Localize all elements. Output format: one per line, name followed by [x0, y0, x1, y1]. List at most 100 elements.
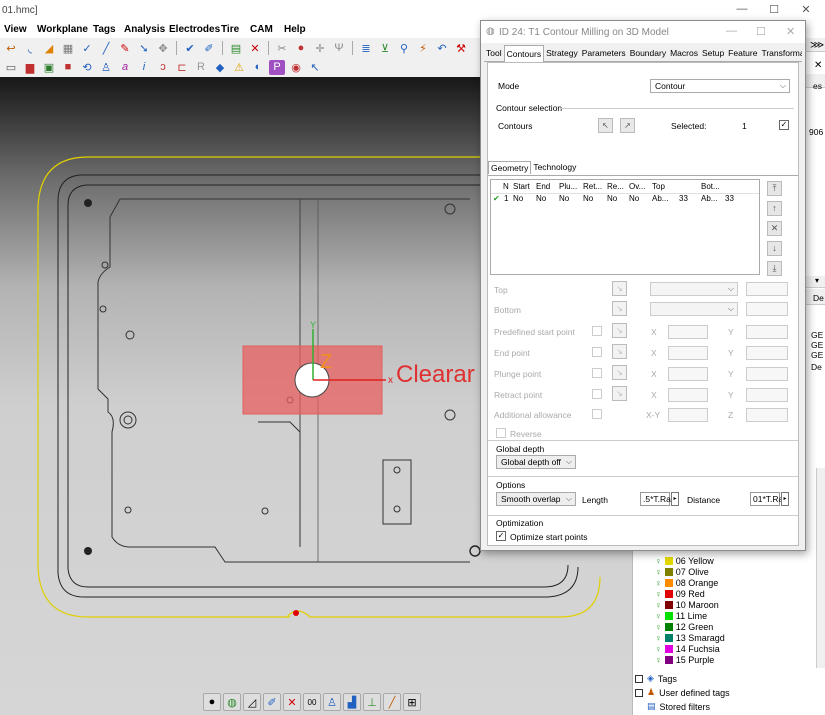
plus-icon[interactable]: ✛	[312, 41, 328, 56]
tab-boundary[interactable]: Boundary	[627, 45, 669, 62]
plunge-point-checkbox[interactable]	[592, 368, 602, 378]
visible-icon[interactable]: ♀	[655, 611, 662, 621]
selected-checkbox[interactable]: ✓	[779, 120, 789, 130]
predefined-start-checkbox[interactable]	[592, 326, 602, 336]
globe-icon[interactable]: ◍	[223, 693, 241, 711]
shading-icon[interactable]: ●	[203, 693, 221, 711]
pattern-icon[interactable]: ▦	[60, 41, 76, 56]
tab-setup[interactable]: Setup	[699, 45, 727, 62]
optimize-start-checkbox[interactable]: ✓	[496, 531, 506, 541]
stored-filters-row[interactable]: ▤ Stored filters	[647, 700, 710, 713]
start-y-field[interactable]	[746, 325, 788, 339]
line-icon[interactable]: ╱	[98, 41, 114, 56]
bracket-icon[interactable]: ⊏	[174, 60, 190, 75]
layer-item[interactable]: ♀ 14 Fuchsia	[655, 643, 720, 654]
robot-icon[interactable]: ♙	[98, 60, 114, 75]
warning-icon[interactable]: ⚠	[231, 60, 247, 75]
user-tags-row[interactable]: ♟ User defined tags	[635, 686, 730, 699]
distance-field[interactable]: 01*T.Rad	[750, 492, 788, 506]
layer-item[interactable]: ♀ 13 Smaragd	[655, 632, 725, 643]
tab-contours[interactable]: Contours	[503, 45, 545, 62]
layer-item[interactable]: ♀ 09 Red	[655, 588, 705, 599]
tab-feature[interactable]: Feature	[726, 45, 760, 62]
tab-geometry[interactable]: Geometry	[488, 161, 532, 174]
menu-electrodes[interactable]: Electrodes	[169, 24, 220, 35]
expand-box[interactable]	[635, 674, 643, 683]
table-row[interactable]: ✔ 1 No No No No No No Ab... 33 Ab... 33	[491, 194, 759, 206]
dialog-maximize-button[interactable]: ☐	[756, 25, 766, 38]
pencil-icon[interactable]: ╱	[383, 693, 401, 711]
fork-icon[interactable]: Ψ	[331, 41, 347, 56]
layer-item[interactable]: ♀ 08 Orange	[655, 577, 718, 588]
additional-allowance-checkbox[interactable]	[592, 409, 602, 419]
bottom-value-field[interactable]	[746, 302, 788, 316]
pick-start-button[interactable]: ↘	[612, 323, 627, 338]
plunge-x-field[interactable]	[668, 367, 708, 381]
italic-icon[interactable]: a	[117, 60, 133, 75]
delete-view-icon[interactable]: ✕	[283, 693, 301, 711]
layer-item[interactable]: ♀ 06 Yellow	[655, 555, 714, 566]
move-bottom-icon[interactable]: ⤓	[767, 261, 782, 276]
layer-item[interactable]: ♀ 10 Maroon	[655, 599, 719, 610]
tab-transformation[interactable]: Transforma	[759, 45, 802, 62]
end-x-field[interactable]	[668, 346, 708, 360]
pick-retract-button[interactable]: ↘	[612, 386, 627, 401]
arc-icon[interactable]: ◟	[22, 41, 38, 56]
tab-strategy[interactable]: Strategy	[544, 45, 580, 62]
visible-icon[interactable]: ♀	[655, 600, 662, 610]
top-value-field[interactable]	[746, 282, 788, 296]
machine-icon[interactable]: ▟	[343, 693, 361, 711]
pick-plunge-button[interactable]: ↘	[612, 365, 627, 380]
pointer-icon[interactable]: ↖	[307, 60, 323, 75]
retract-point-checkbox[interactable]	[592, 389, 602, 399]
menu-help[interactable]: Help	[284, 24, 306, 35]
layer-item[interactable]: ♀ 11 Lime	[655, 610, 707, 621]
retract-y-field[interactable]	[746, 388, 788, 402]
end-y-field[interactable]	[746, 346, 788, 360]
tab-parameters[interactable]: Parameters	[579, 45, 628, 62]
mode-select[interactable]: Contour ⌵	[650, 79, 790, 93]
hook-icon[interactable]: ↄ	[155, 60, 171, 75]
tool-icon[interactable]: ⚒	[453, 41, 469, 56]
menu-workplane[interactable]: Workplane	[37, 24, 88, 35]
rotate-icon[interactable]: ⟲	[79, 60, 95, 75]
target-icon[interactable]: ◉	[288, 60, 304, 75]
cylinder-icon[interactable]: ◐	[250, 60, 266, 75]
layer-item[interactable]: ♀ 07 Olive	[655, 566, 709, 577]
tab-tool[interactable]: Tool	[484, 45, 504, 62]
menu-analysis[interactable]: Analysis	[124, 24, 165, 35]
box-icon[interactable]: ■	[60, 60, 76, 75]
visible-icon[interactable]: ♀	[655, 644, 662, 654]
options-select[interactable]: Smooth overlap ⌵	[496, 492, 576, 506]
info-icon[interactable]: i	[136, 60, 152, 75]
person-icon[interactable]: ♙	[323, 693, 341, 711]
file-icon[interactable]: ▭	[3, 60, 19, 75]
minimize-button[interactable]: —	[728, 3, 756, 19]
tags-row[interactable]: ◈ Tags	[635, 672, 677, 685]
close-panel-icon[interactable]: ✕	[814, 60, 822, 71]
length-spin-icon[interactable]: ▸	[671, 492, 679, 506]
check-icon[interactable]: ✓	[79, 41, 95, 56]
collapse-icon[interactable]: ⋙	[810, 40, 824, 51]
visible-icon[interactable]: ♀	[655, 556, 662, 566]
bottom-select[interactable]: ⌵	[650, 302, 738, 316]
top-select[interactable]: ⌵	[650, 282, 738, 296]
edit-icon[interactable]: ✐	[201, 41, 217, 56]
verify-icon[interactable]: ✔	[182, 41, 198, 56]
dialog-minimize-button[interactable]: —	[726, 25, 737, 37]
layer-item[interactable]: ♀ 12 Green	[655, 621, 713, 632]
layer-icon[interactable]: ▣	[41, 60, 57, 75]
filter-icon[interactable]: ⊻	[377, 41, 393, 56]
pen-icon[interactable]: ✎	[117, 41, 133, 56]
delete-icon[interactable]: ✕	[247, 41, 263, 56]
grid-view-icon[interactable]: ⊞	[403, 693, 421, 711]
remove-icon[interactable]: ✕	[767, 221, 782, 236]
cut-icon[interactable]: ✂	[274, 41, 290, 56]
tree-scrollbar[interactable]	[816, 468, 825, 668]
add-contour-button[interactable]: ↗	[620, 118, 635, 133]
global-depth-select[interactable]: Global depth off ⌵	[496, 455, 576, 469]
visible-icon[interactable]: ♀	[655, 622, 662, 632]
retract-x-field[interactable]	[668, 388, 708, 402]
tab-macros[interactable]: Macros	[668, 45, 700, 62]
parking-icon[interactable]: P	[269, 59, 285, 75]
